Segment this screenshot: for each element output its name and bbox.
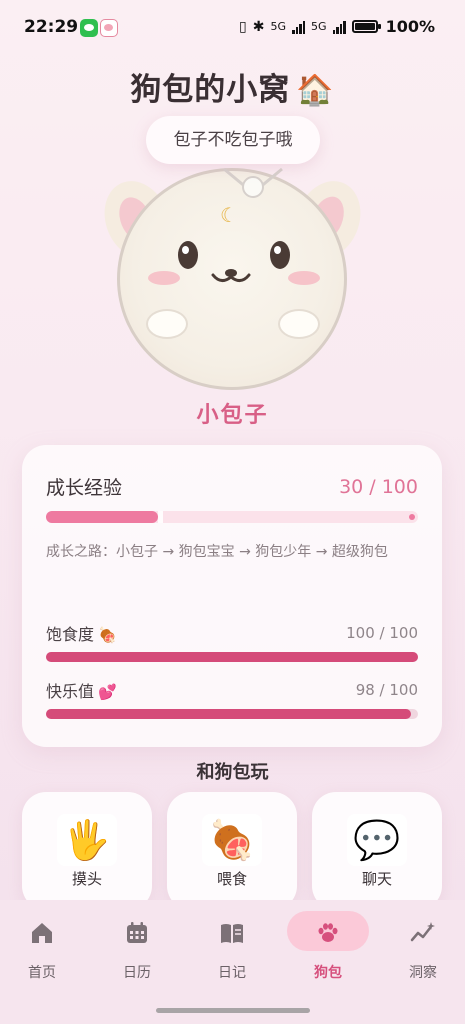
status-time: 22:29 xyxy=(24,17,79,37)
nav-label-calendar: 日历 xyxy=(123,965,151,981)
pet-avatar[interactable]: ☾ xyxy=(93,160,372,390)
network-type: 5G xyxy=(270,20,287,33)
fullness-value: 100 / 100 xyxy=(346,624,418,642)
play-section-title: 和狗包玩 xyxy=(196,762,269,783)
meat-icon: 🍖 xyxy=(202,814,262,866)
pet-paw-left xyxy=(146,309,188,339)
pet-eye-right xyxy=(270,241,290,269)
pet-name: 小包子 xyxy=(196,403,269,428)
network-type-2: 5G xyxy=(311,20,327,33)
pet-blush-left xyxy=(148,271,180,285)
pet-blush-right xyxy=(288,271,320,285)
growth-value: 30 / 100 xyxy=(339,475,418,498)
page-title: 狗包的小窝 🏠 xyxy=(0,64,465,109)
pet-body: ☾ xyxy=(117,167,347,390)
calendar-icon xyxy=(127,922,147,943)
happiness-bar-fill xyxy=(46,709,411,719)
vibrate-icon: ▯ xyxy=(239,18,247,35)
nav-label-insight: 洞察 xyxy=(409,965,437,981)
growth-progress-fill xyxy=(46,511,158,523)
house-icon: 🏠 xyxy=(296,73,335,108)
fullness-label: 饱食度 xyxy=(46,625,95,644)
growth-card: 成长经验 30 / 100 成长之路：小包子 → 狗包宝宝 → 狗包少年 → 超… xyxy=(22,445,442,747)
happiness-value: 98 / 100 xyxy=(355,681,418,699)
necklace-icon xyxy=(223,167,283,198)
growth-path-text: 成长之路：小包子 → 狗包宝宝 → 狗包少年 → 超级狗包 xyxy=(46,544,388,560)
happiness-label: 快乐值 xyxy=(46,682,95,701)
growth-progress-end-dot xyxy=(409,514,415,520)
pet-eye-left xyxy=(178,241,198,269)
status-right: ▯ ✱ 5G 5G 100% xyxy=(239,17,435,36)
nav-item-pet[interactable]: 狗包 xyxy=(288,900,368,996)
nav-item-insight[interactable]: 洞察 xyxy=(383,900,463,996)
fullness-bar-fill xyxy=(46,652,418,662)
fullness-bar xyxy=(46,652,418,662)
nav-item-home[interactable]: 首页 xyxy=(2,900,82,996)
pat-head-button[interactable]: 🖐 摸头 xyxy=(22,792,152,910)
hand-icon: 🖐 xyxy=(57,814,117,866)
home-icon xyxy=(32,923,52,943)
stat-row-fullness: 饱食度 🍖 100 / 100 xyxy=(46,621,418,645)
signal-icon xyxy=(292,20,306,34)
hearts-icon: 💕 xyxy=(98,683,117,701)
chat-button[interactable]: 💬 聊天 xyxy=(312,792,442,910)
moon-icon: ☾ xyxy=(220,203,238,227)
play-actions: 🖐 摸头 🍖 喂食 💬 聊天 xyxy=(22,792,442,910)
nav-label-pet: 狗包 xyxy=(314,965,342,981)
meat-icon: 🍖 xyxy=(98,626,117,644)
battery-fill xyxy=(354,23,375,30)
nav-item-calendar[interactable]: 日历 xyxy=(97,900,177,996)
battery-icon xyxy=(351,20,381,33)
pig-app-notification-icon xyxy=(100,19,118,37)
book-icon xyxy=(221,924,243,943)
insight-icon xyxy=(410,922,435,942)
signal-icon-2 xyxy=(332,20,346,34)
happiness-bar xyxy=(46,709,418,719)
growth-label: 成长经验 xyxy=(46,477,123,499)
status-bar: 22:29 ▯ ✱ 5G 5G 100% xyxy=(0,0,465,56)
paw-icon xyxy=(318,923,338,942)
pet-mouth xyxy=(211,273,251,282)
bottom-nav: 首页 日历 日记 狗包 洞察 xyxy=(0,900,465,1024)
stat-row-happiness: 快乐值 💕 98 / 100 xyxy=(46,678,418,702)
chat-label: 聊天 xyxy=(361,870,392,888)
battery-percent: 100% xyxy=(385,17,435,36)
growth-header: 成长经验 30 / 100 xyxy=(46,473,418,500)
speech-bubble-icon: 💬 xyxy=(347,814,407,866)
page-title-text: 狗包的小窝 xyxy=(130,72,291,108)
feed-label: 喂食 xyxy=(216,870,247,888)
wechat-notification-icon xyxy=(80,19,98,37)
feed-button[interactable]: 🍖 喂食 xyxy=(167,792,297,910)
pat-head-label: 摸头 xyxy=(71,870,102,888)
pet-paw-right xyxy=(278,309,320,339)
nav-label-diary: 日记 xyxy=(218,965,246,981)
home-indicator[interactable] xyxy=(156,1008,310,1013)
growth-progress-bar xyxy=(46,511,418,523)
bluetooth-icon: ✱ xyxy=(252,18,265,35)
speech-bubble: 包子不吃包子哦 xyxy=(146,116,320,164)
growth-progress-gap xyxy=(158,511,163,523)
nav-item-diary[interactable]: 日记 xyxy=(192,900,272,996)
nav-label-home: 首页 xyxy=(28,965,56,981)
